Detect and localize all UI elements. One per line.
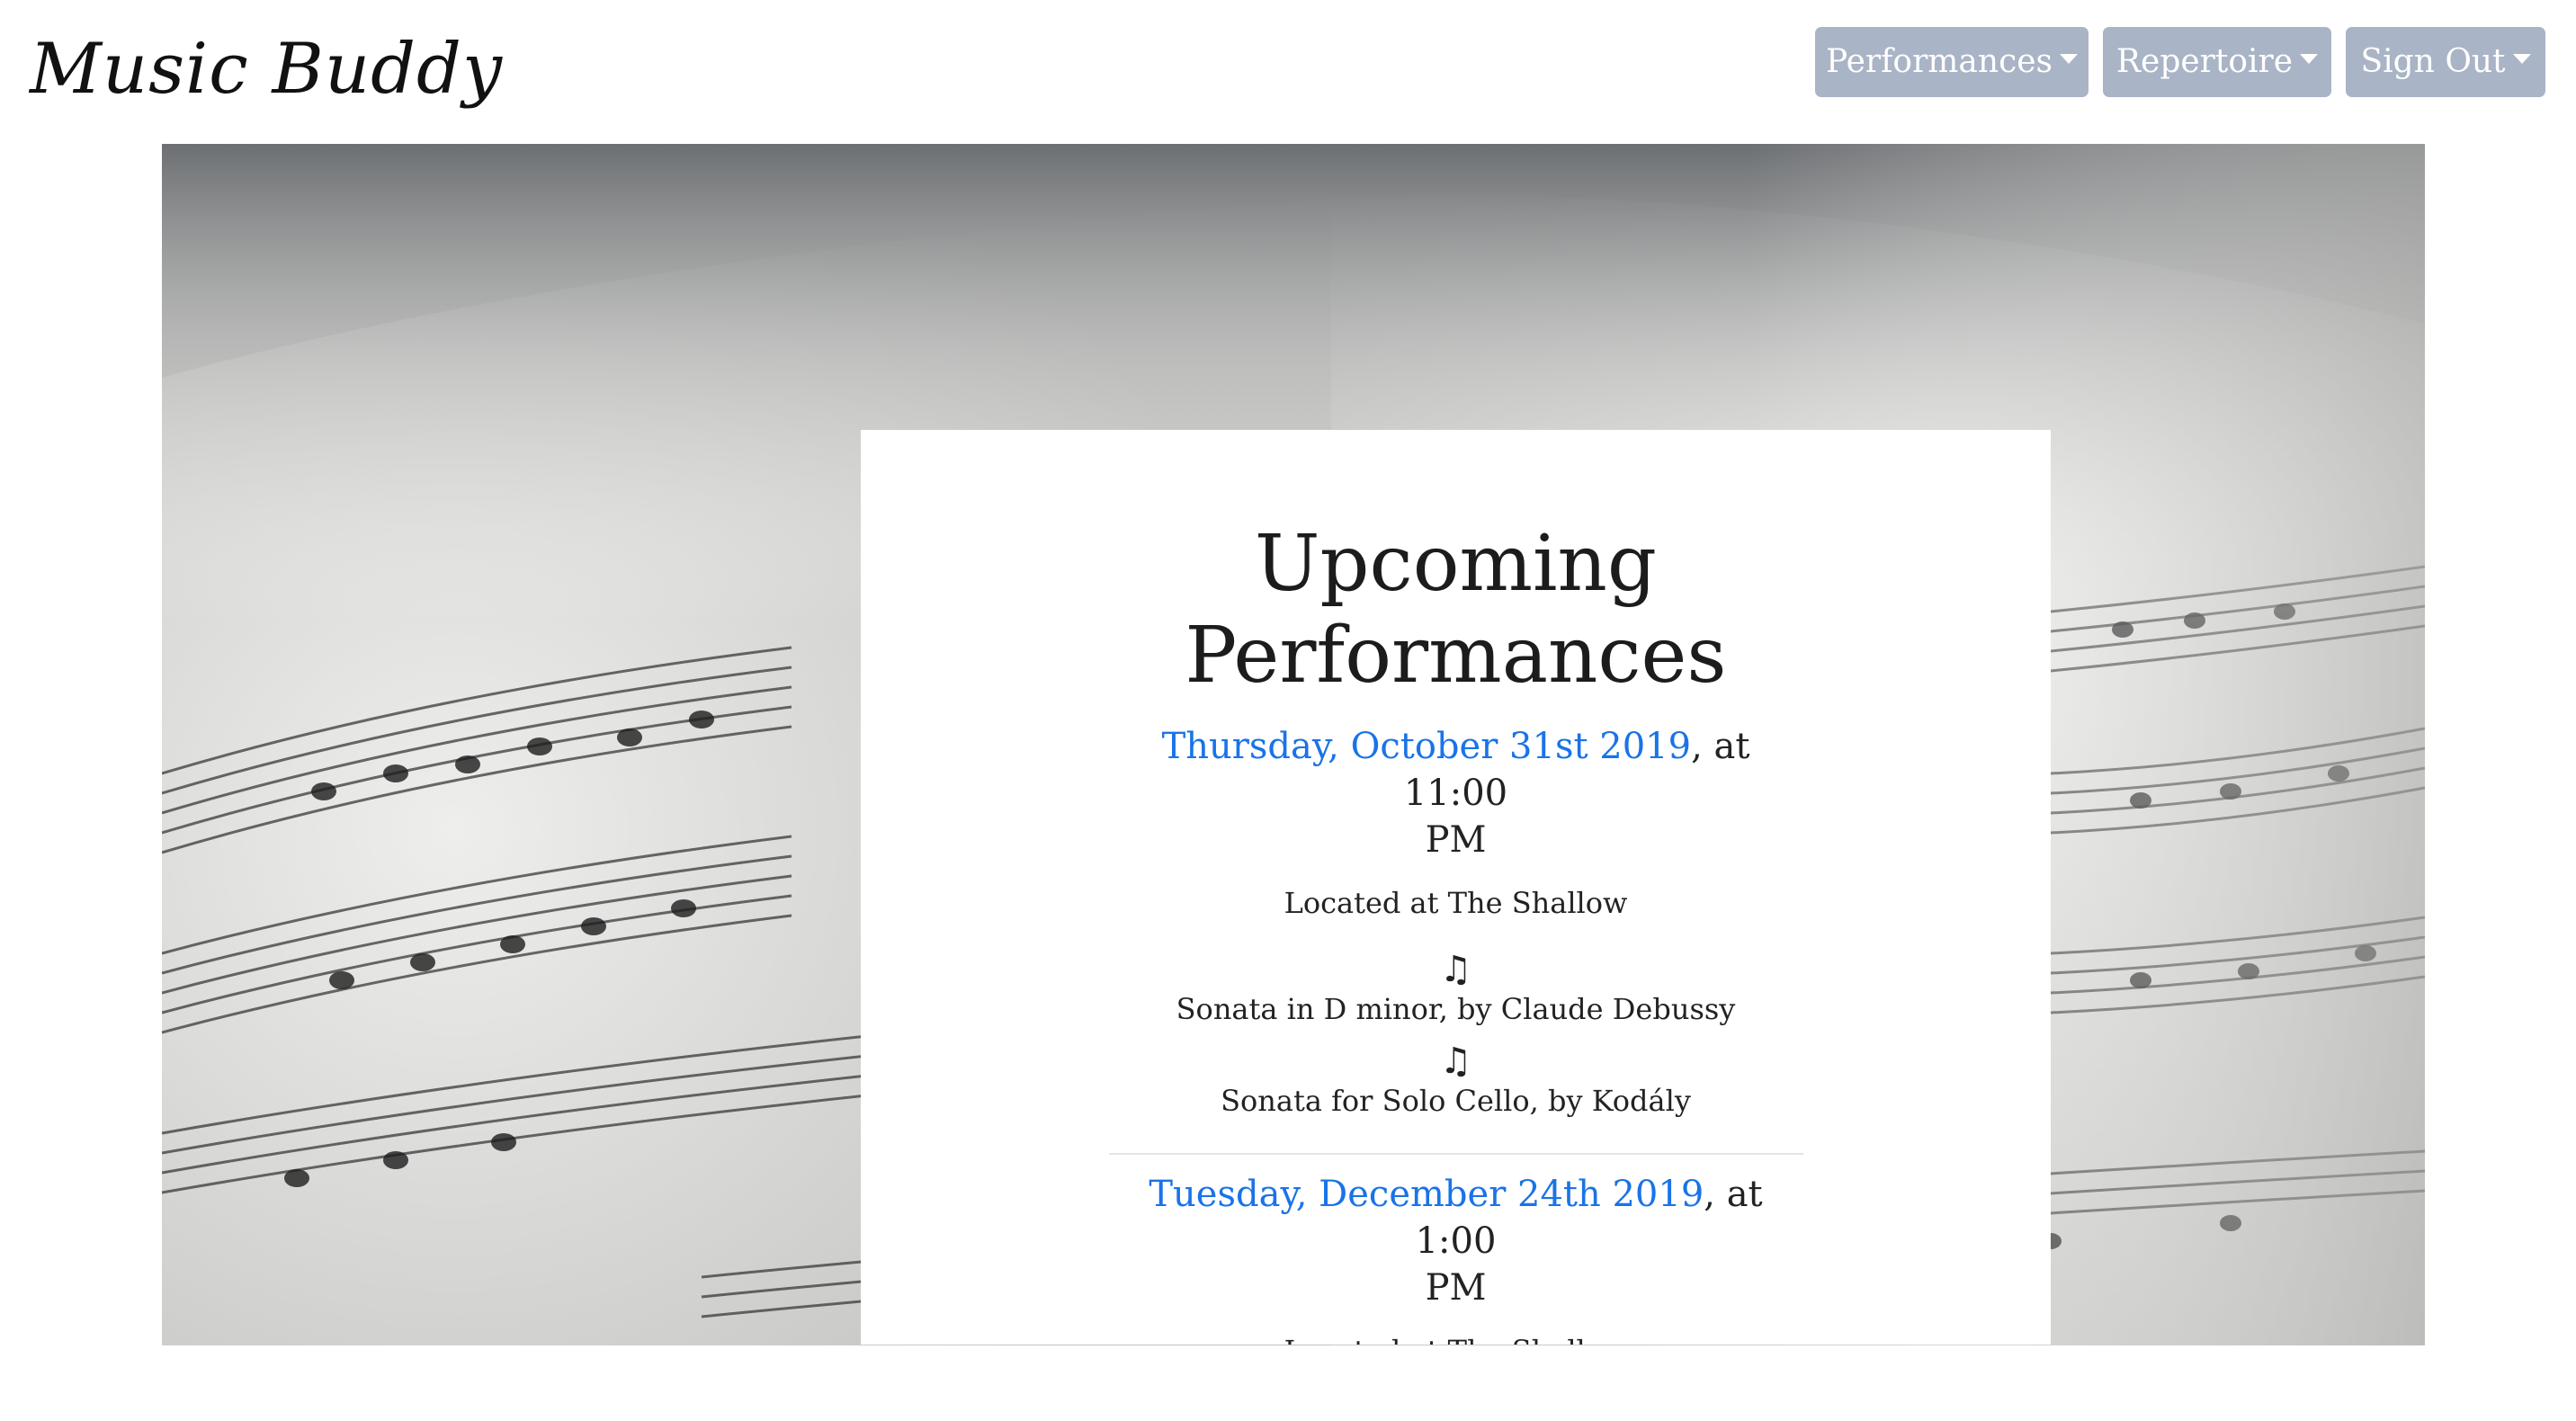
performance-item: Thursday, October 31st 2019, at 11:00 PM … (1114, 723, 1798, 1119)
music-note-icon: ♫ (1439, 1041, 1472, 1082)
repertoire-label: Repertoire (2115, 43, 2294, 80)
caret-down-icon (2512, 53, 2531, 64)
card-scroll-area[interactable]: Upcoming Performances Thursday, October 3… (861, 430, 2051, 1345)
performance-time-suffix: PM (1425, 1267, 1487, 1309)
performance-datetime: Tuesday, December 24th 2019, at 1:00 PM (1114, 1171, 1798, 1311)
hero-background-image: Upcoming Performances Thursday, October 3… (162, 144, 2425, 1345)
sign-out-dropdown-button[interactable]: Sign Out (2346, 27, 2545, 97)
performance-datetime: Thursday, October 31st 2019, at 11:00 PM (1114, 723, 1798, 863)
piece-title: Sonata in D minor, by Claude Debussy (1176, 992, 1736, 1026)
performance-date-link[interactable]: Thursday, October 31st 2019 (1162, 726, 1692, 767)
performance-divider (1108, 1153, 1803, 1155)
performance-location: Located at The Shallow (1114, 1333, 1798, 1345)
performance-item: Tuesday, December 24th 2019, at 1:00PM L… (1114, 1171, 1798, 1345)
title-line-1: Upcoming (1255, 519, 1657, 609)
music-note-icon: ♫ (1439, 949, 1472, 990)
sign-out-label: Sign Out (2360, 43, 2506, 80)
performance-time-suffix: PM (1425, 819, 1487, 861)
brand-logo[interactable]: Music Buddy (30, 20, 503, 119)
caret-down-icon (2300, 53, 2319, 64)
caret-down-icon (2060, 53, 2079, 64)
card-title: Upcoming Performances (861, 430, 2051, 702)
piece-title: Sonata for Solo Cello, by Kodály (1221, 1084, 1691, 1118)
performances-dropdown-button[interactable]: Performances (1815, 27, 2089, 97)
upcoming-performances-card: Upcoming Performances Thursday, October 3… (861, 430, 2051, 1345)
repertoire-dropdown-button[interactable]: Repertoire (2103, 27, 2331, 97)
title-line-2: Performances (1185, 611, 1727, 701)
top-navbar: Music Buddy Performances Repertoire Sign… (0, 0, 2576, 144)
performance-date-link[interactable]: Tuesday, December 24th 2019 (1149, 1174, 1704, 1215)
performance-location: Located at The Shallow (1284, 886, 1628, 920)
performances-label: Performances (1825, 43, 2053, 80)
